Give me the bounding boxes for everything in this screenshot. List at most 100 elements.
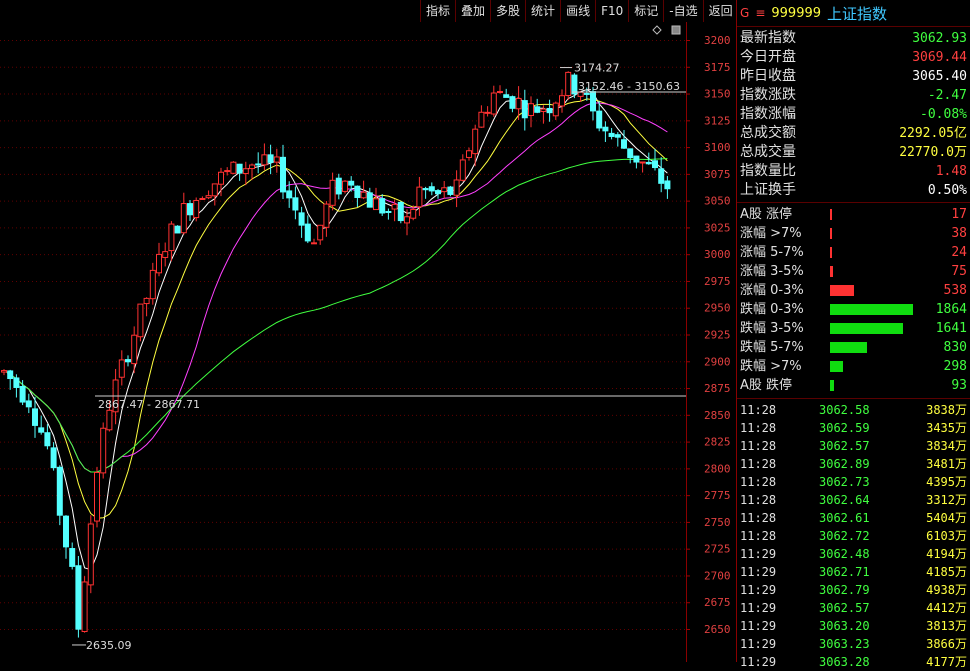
candle-body — [81, 581, 88, 633]
candle-body — [645, 161, 652, 165]
distribution-bar — [830, 228, 832, 239]
chart-toolbar: 指标 叠加 多股 统计 画线 F10 标记 -自选 返回 — [420, 0, 736, 22]
candle-body — [193, 199, 200, 219]
distribution-row: 跌幅 0-3% 1864 — [737, 300, 970, 319]
candle-body — [583, 92, 590, 95]
tick-price: 3062.72 — [819, 529, 870, 543]
candle-body — [621, 139, 627, 149]
indicator-button[interactable]: 指标 — [420, 0, 455, 22]
distribution-bar — [830, 342, 867, 353]
tick-time: 11:29 — [740, 583, 777, 597]
tick-list[interactable]: 11:28 3062.58 3838万 11:28 3062.59 3435万 11:28 3… — [737, 399, 970, 671]
tick-volume: 4395万 — [926, 475, 967, 489]
distribution-value: 1641 — [935, 321, 967, 336]
square-icon — [671, 25, 681, 35]
candle-body — [416, 186, 423, 208]
candle-body — [63, 515, 69, 548]
candle-body — [360, 191, 367, 199]
distribution-row: A股 跌停 93 — [737, 376, 970, 395]
tick-price: 3062.64 — [819, 493, 870, 507]
candle-body — [335, 177, 342, 195]
candle-body — [168, 223, 175, 252]
tick-volume: 4194万 — [926, 547, 967, 561]
candle-body — [422, 188, 429, 191]
stat-value: 3065.40 — [912, 69, 967, 84]
remove-watchlist-button[interactable]: -自选 — [663, 0, 702, 22]
candle-body — [559, 95, 565, 107]
distribution-row: 涨幅 0-3% 538 — [737, 281, 970, 300]
distribution-bar — [830, 285, 854, 296]
stat-row: 指数量比 1.48 — [737, 162, 970, 181]
distribution-row: 跌幅 >7% 298 — [737, 357, 970, 376]
tick-volume: 3481万 — [926, 457, 967, 471]
distribution-value: 830 — [943, 340, 967, 355]
y-tick-label: 3100 — [704, 141, 731, 154]
candle-body — [410, 208, 417, 219]
distribution-bar — [830, 209, 832, 220]
tick-volume: 3866万 — [926, 637, 967, 651]
group-g-label[interactable]: G — [740, 6, 749, 20]
ma-line — [3, 102, 668, 473]
y-tick-label: 3175 — [704, 61, 731, 74]
tick-time: 11:28 — [740, 439, 777, 453]
distribution-label: 涨幅 0-3% — [740, 283, 804, 298]
candle-body — [87, 523, 94, 586]
tick-volume: 5404万 — [926, 511, 967, 525]
tick-price: 3062.71 — [819, 565, 870, 579]
distribution-row: 涨幅 >7% 38 — [737, 224, 970, 243]
tick-volume: 4177万 — [926, 655, 967, 669]
low-annotation: 2635.09 — [86, 639, 132, 652]
menu-icon[interactable]: ≡ — [755, 6, 765, 20]
candle-body — [137, 303, 144, 338]
distribution-label: 涨幅 >7% — [740, 226, 802, 241]
multi-stock-button[interactable]: 多股 — [490, 0, 525, 22]
tick-price: 3062.79 — [819, 583, 870, 597]
y-tick-label: 2825 — [704, 436, 731, 449]
overlay-button[interactable]: 叠加 — [455, 0, 490, 22]
quote-header: G ≡ 999999 上证指数 — [737, 0, 970, 27]
tick-time: 11:28 — [740, 511, 777, 525]
candle-body — [7, 370, 14, 380]
kline-chart-svg[interactable]: 3200 3175 3150 3125 3100 3075 3050 3025 3000 2975… — [0, 22, 736, 662]
candle-body — [602, 126, 609, 132]
candle-body — [125, 359, 131, 363]
tick-row: 11:29 3063.23 3866万 — [737, 635, 970, 653]
tick-time: 11:28 — [740, 493, 777, 507]
stat-label: 指数量比 — [740, 163, 796, 179]
candle-body — [131, 334, 138, 365]
candle-body — [354, 185, 361, 198]
tick-volume: 3312万 — [926, 493, 967, 507]
stock-code: 999999 — [771, 5, 822, 21]
tick-time: 11:28 — [740, 457, 777, 471]
candle-body — [453, 179, 460, 196]
statistics-button[interactable]: 统计 — [525, 0, 560, 22]
candle-body — [447, 186, 454, 195]
candle-body — [317, 224, 324, 241]
stock-name: 上证指数 — [827, 4, 888, 23]
candle-body — [44, 432, 51, 447]
tick-volume: 3813万 — [926, 619, 967, 633]
candle-body — [534, 106, 541, 113]
y-tick-label: 2700 — [704, 569, 731, 582]
f10-button[interactable]: F10 — [595, 0, 628, 22]
mark-button[interactable]: 标记 — [628, 0, 663, 22]
candle-body — [311, 242, 317, 245]
y-tick-label: 2800 — [704, 462, 731, 475]
stat-label: 总成交量 — [740, 144, 796, 160]
candle-body — [342, 180, 348, 192]
tick-time: 11:29 — [740, 565, 777, 579]
ma-line — [3, 89, 668, 571]
distribution-row: 跌幅 5-7% 830 — [737, 338, 970, 357]
candle-body — [236, 163, 243, 174]
kline-chart[interactable]: 3200 3175 3150 3125 3100 3075 3050 3025 3000 2975… — [0, 22, 736, 662]
distribution-row: 跌幅 3-5% 1641 — [737, 319, 970, 338]
back-button[interactable]: 返回 — [702, 0, 738, 22]
draw-line-button[interactable]: 画线 — [560, 0, 595, 22]
tick-time: 11:29 — [740, 655, 777, 669]
candle-body — [627, 148, 634, 159]
distribution-bar — [830, 361, 843, 372]
distribution-row: A股 涨停 17 — [737, 205, 970, 224]
candle-body — [1, 370, 7, 373]
tick-price: 3062.48 — [819, 547, 870, 561]
y-tick-label: 3075 — [704, 168, 731, 181]
